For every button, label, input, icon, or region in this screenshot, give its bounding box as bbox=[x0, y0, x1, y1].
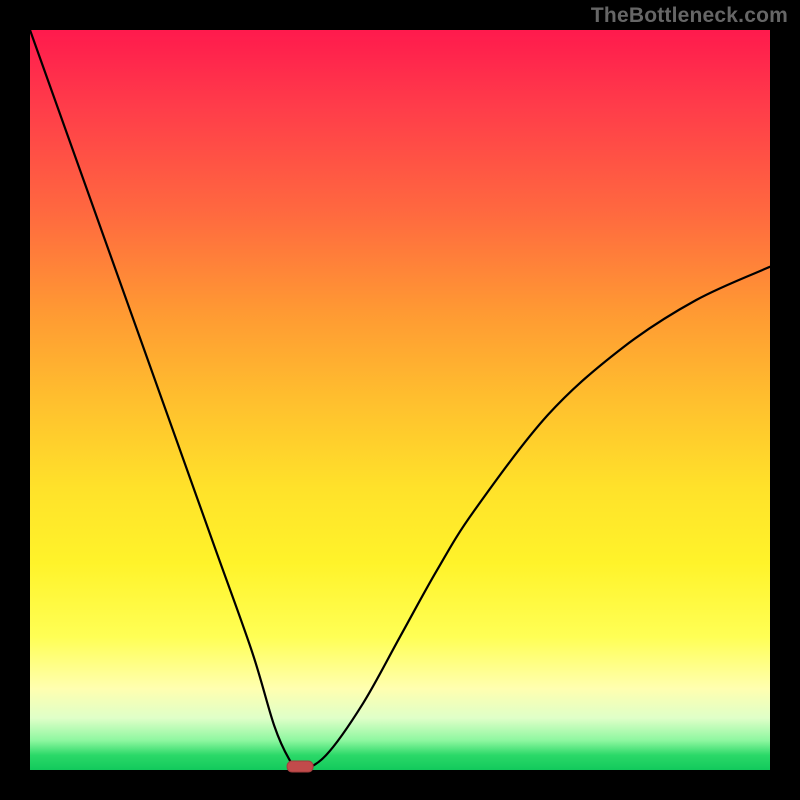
plot-area bbox=[30, 30, 770, 770]
watermark-text: TheBottleneck.com bbox=[591, 4, 788, 28]
chart-frame: TheBottleneck.com bbox=[0, 0, 800, 800]
curve-layer bbox=[30, 30, 770, 770]
bottleneck-curve bbox=[30, 30, 770, 770]
minimum-marker bbox=[287, 761, 313, 772]
